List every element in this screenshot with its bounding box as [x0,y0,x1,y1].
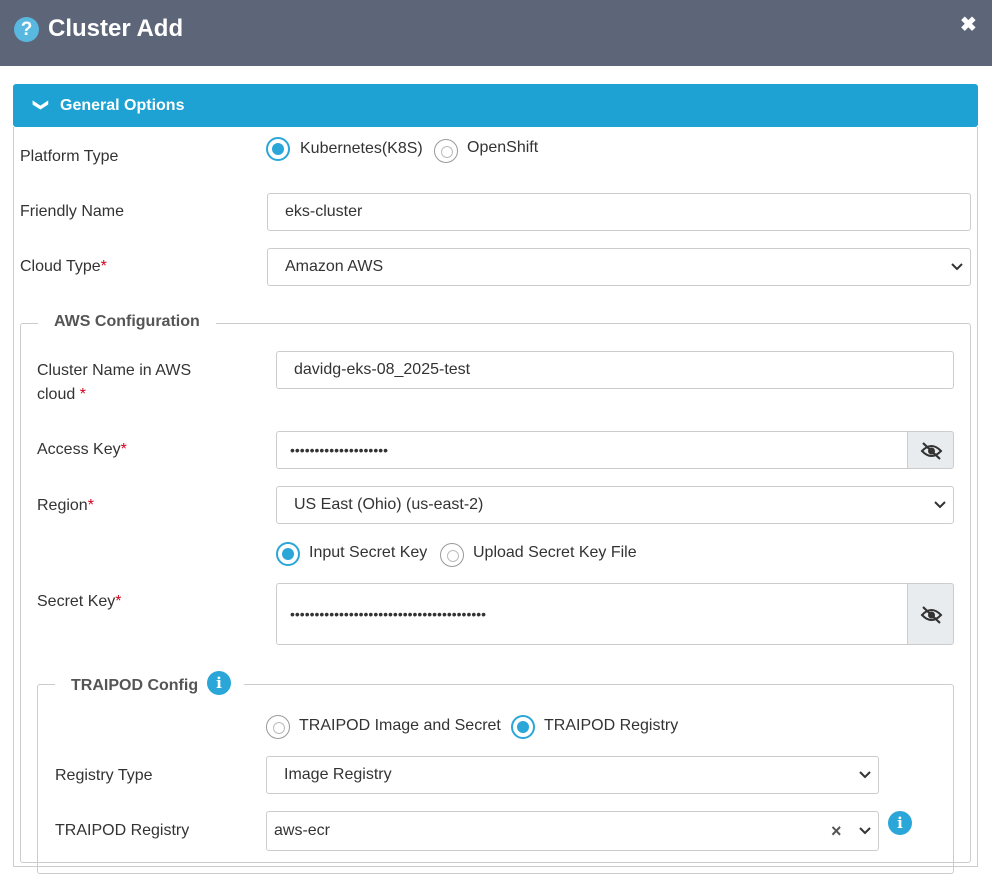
radio-traipod-image-and-secret[interactable] [266,715,290,739]
chevron-down-icon: ❯ [32,98,50,112]
secret-key-input[interactable]: •••••••••••••••••••••••••••••••••••••••• [276,583,908,645]
dialog-title: Cluster Add [48,15,184,42]
radio-traipod-image-and-secret-label: TRAIPOD Image and Secret [299,717,501,734]
cloud-type-select[interactable]: Amazon AWS [267,248,971,286]
registry-type-select[interactable]: Image Registry [266,756,879,794]
aws-config-legend: AWS Configuration [38,310,216,334]
toggle-secret-key-visibility[interactable] [907,583,954,645]
registry-type-value: Image Registry [284,766,392,783]
platform-type-label: Platform Type [20,148,119,165]
chevron-down-icon [934,501,946,509]
cluster-name-label: Cluster Name in AWS cloud * [37,362,192,403]
radio-input-secret-key-label: Input Secret Key [309,544,428,561]
eye-off-icon [920,606,943,624]
radio-openshift-label: OpenShift [467,139,539,156]
chevron-down-icon [951,263,963,271]
friendly-name-label: Friendly Name [20,203,125,220]
radio-traipod-registry[interactable] [511,715,535,739]
traipod-registry-value: aws-ecr [274,822,331,839]
radio-openshift[interactable] [434,139,458,163]
radio-kubernetes[interactable] [266,137,290,161]
clear-icon[interactable]: × [831,812,842,850]
cloud-type-value: Amazon AWS [285,258,384,275]
radio-kubernetes-label: Kubernetes(K8S) [300,140,423,157]
general-options-header[interactable]: ❯ General Options [13,84,978,127]
access-key-label: Access Key* [37,441,127,458]
help-icon[interactable]: ? [14,17,39,42]
friendly-name-input[interactable]: eks-cluster [267,193,971,231]
traipod-registry-label: TRAIPOD Registry [55,822,190,839]
radio-upload-secret-key-file-label: Upload Secret Key File [473,544,637,561]
radio-upload-secret-key-file[interactable] [440,543,464,567]
region-label: Region* [37,497,94,514]
cluster-name-input[interactable]: davidg-eks-08_2025-test [276,351,954,389]
registry-type-label: Registry Type [55,767,153,784]
chevron-down-icon [859,771,871,779]
access-key-input[interactable]: •••••••••••••••••••• [276,431,908,469]
eye-off-icon [920,442,943,460]
dialog-header: ? Cluster Add ✖ [0,0,992,66]
radio-input-secret-key[interactable] [276,542,300,566]
traipod-registry-select[interactable]: aws-ecr × [266,811,879,851]
toggle-access-key-visibility[interactable] [907,431,954,469]
region-select[interactable]: US East (Ohio) (us-east-2) [276,486,954,524]
radio-traipod-registry-label: TRAIPOD Registry [544,717,679,734]
cloud-type-label: Cloud Type* [20,258,107,275]
secret-key-label: Secret Key* [37,593,122,610]
info-icon[interactable]: i [888,811,912,835]
chevron-down-icon [859,827,871,835]
info-icon[interactable]: i [207,671,231,695]
close-icon[interactable]: ✖ [960,12,977,37]
region-value: US East (Ohio) (us-east-2) [294,496,484,513]
panel-title: General Options [60,97,185,114]
